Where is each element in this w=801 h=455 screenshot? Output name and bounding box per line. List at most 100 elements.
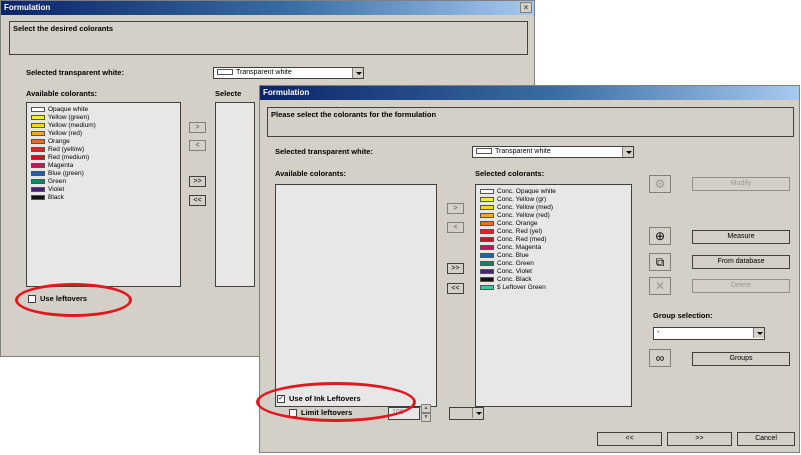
color-swatch bbox=[31, 178, 45, 184]
list-item[interactable]: Black bbox=[31, 194, 176, 202]
list-item[interactable]: Conc. Yellow (gr) bbox=[480, 196, 627, 204]
color-swatch bbox=[31, 122, 45, 128]
colorant-name: Conc. Orange bbox=[497, 220, 538, 227]
group-selection-value: - bbox=[657, 329, 660, 336]
list-item[interactable]: Yellow (medium) bbox=[31, 122, 176, 130]
colorant-name: Green bbox=[48, 178, 67, 185]
colorant-name: Conc. Yellow (gr) bbox=[497, 196, 547, 203]
x-icon[interactable]: ✕ bbox=[649, 277, 671, 295]
leftover-unit-select[interactable] bbox=[449, 407, 484, 420]
colorant-name: Conc. Violet bbox=[497, 268, 532, 275]
color-swatch bbox=[31, 186, 45, 192]
front-available-colorants-list[interactable] bbox=[275, 184, 437, 407]
color-swatch bbox=[480, 236, 494, 242]
chevron-down-icon[interactable] bbox=[753, 328, 764, 338]
color-swatch bbox=[480, 188, 494, 194]
color-swatch bbox=[480, 220, 494, 226]
color-swatch bbox=[480, 284, 494, 290]
back-available-label: Available colorants: bbox=[26, 89, 97, 98]
group-selection-select[interactable]: - bbox=[653, 327, 765, 340]
back-add-all-button[interactable]: >> bbox=[189, 176, 206, 187]
back-remove-all-button[interactable]: << bbox=[189, 195, 206, 206]
front-title-bar: Formulation bbox=[260, 86, 799, 100]
colorant-name: Red (medium) bbox=[48, 154, 90, 161]
list-item[interactable]: Red (yellow) bbox=[31, 146, 176, 154]
back-remove-button[interactable]: < bbox=[189, 140, 206, 151]
chevron-down-icon[interactable] bbox=[472, 408, 483, 418]
list-item[interactable]: Conc. Magenta bbox=[480, 244, 627, 252]
list-item[interactable]: Conc. Black bbox=[480, 276, 627, 284]
list-item[interactable]: Conc. Opaque white bbox=[480, 188, 627, 196]
modify-button[interactable]: Modify bbox=[692, 177, 790, 191]
list-item[interactable]: Conc. Blue bbox=[480, 252, 627, 260]
colorant-name: Conc. Opaque white bbox=[497, 188, 556, 195]
list-item[interactable]: Red (medium) bbox=[31, 154, 176, 162]
list-item[interactable]: Blue (green) bbox=[31, 170, 176, 178]
color-swatch bbox=[480, 212, 494, 218]
list-item[interactable]: Conc. Orange bbox=[480, 220, 627, 228]
chevron-down-icon[interactable] bbox=[352, 68, 363, 78]
color-swatch bbox=[480, 260, 494, 266]
front-selected-label: Selected colorants: bbox=[475, 169, 545, 178]
delete-button[interactable]: Delete bbox=[692, 279, 790, 293]
color-swatch bbox=[480, 276, 494, 282]
front-add-all-button[interactable]: >> bbox=[447, 263, 464, 274]
cancel-button[interactable]: Cancel bbox=[737, 432, 795, 446]
back-transparent-white-label: Selected transparent white: bbox=[26, 68, 124, 77]
list-item[interactable]: Yellow (red) bbox=[31, 130, 176, 138]
close-icon[interactable]: × bbox=[520, 2, 532, 13]
back-selected-label: Selecte bbox=[215, 89, 242, 98]
colorant-name: Magenta bbox=[48, 162, 74, 169]
front-remove-button[interactable]: < bbox=[447, 222, 464, 233]
list-item[interactable]: Green bbox=[31, 178, 176, 186]
back-available-colorants-list[interactable]: Opaque white Yellow (green) Yellow (medium… bbox=[26, 102, 181, 287]
colorant-name: Conc. Magenta bbox=[497, 244, 542, 251]
color-swatch bbox=[31, 146, 45, 152]
measure-button[interactable]: Measure bbox=[692, 230, 790, 244]
color-swatch bbox=[31, 154, 45, 160]
back-selected-colorants-list[interactable] bbox=[215, 102, 255, 287]
colorant-name: Conc. Red (yel) bbox=[497, 228, 543, 235]
list-item[interactable]: Conc. Yellow (red) bbox=[480, 212, 627, 220]
colorant-name: Conc. Yellow (med) bbox=[497, 204, 553, 211]
chevron-down-icon[interactable] bbox=[622, 147, 633, 157]
list-item[interactable]: Yellow (green) bbox=[31, 114, 176, 122]
list-item[interactable]: Conc. Red (yel) bbox=[480, 228, 627, 236]
front-add-button[interactable]: > bbox=[447, 203, 464, 214]
back-window-title: Formulation bbox=[4, 3, 51, 12]
back-button[interactable]: << bbox=[597, 432, 662, 446]
copy-icon[interactable]: ⧉ bbox=[649, 253, 671, 271]
from-database-button[interactable]: From database bbox=[692, 255, 790, 269]
spin-down-button[interactable]: ▼ bbox=[421, 413, 431, 422]
front-remove-all-button[interactable]: << bbox=[447, 283, 464, 294]
list-item[interactable]: Violet bbox=[31, 186, 176, 194]
colorant-name: $ Leftover Green bbox=[497, 284, 546, 291]
colorant-name: Black bbox=[48, 194, 64, 201]
color-swatch bbox=[480, 252, 494, 258]
back-add-button[interactable]: > bbox=[189, 122, 206, 133]
list-item[interactable]: Orange bbox=[31, 138, 176, 146]
next-button[interactable]: >> bbox=[667, 432, 732, 446]
front-window-title: Formulation bbox=[263, 88, 310, 97]
list-item[interactable]: Magenta bbox=[31, 162, 176, 170]
colorant-name: Conc. Black bbox=[497, 276, 532, 283]
colorant-name: Opaque white bbox=[48, 106, 89, 113]
groups-button[interactable]: Groups bbox=[692, 352, 790, 366]
color-swatch bbox=[31, 138, 45, 144]
front-transparent-white-select[interactable]: Transparent white bbox=[472, 146, 634, 158]
back-transparent-white-select[interactable]: Transparent white bbox=[213, 67, 364, 79]
groups-icon[interactable]: ∞ bbox=[649, 349, 671, 367]
list-item[interactable]: Conc. Yellow (med) bbox=[480, 204, 627, 212]
color-swatch bbox=[31, 170, 45, 176]
list-item[interactable]: Conc. Violet bbox=[480, 268, 627, 276]
white-swatch bbox=[217, 69, 233, 76]
list-item[interactable]: $ Leftover Green bbox=[480, 284, 627, 292]
gear-icon[interactable]: ⚙ bbox=[649, 175, 671, 193]
list-item[interactable]: Conc. Green bbox=[480, 260, 627, 268]
colorant-name: Blue (green) bbox=[48, 170, 84, 177]
crosshair-icon[interactable]: ⊕ bbox=[649, 227, 671, 245]
spin-up-button[interactable]: ▲ bbox=[421, 404, 431, 413]
list-item[interactable]: Conc. Red (med) bbox=[480, 236, 627, 244]
front-selected-colorants-list[interactable]: Conc. Opaque white Conc. Yellow (gr) Conc.… bbox=[475, 184, 632, 407]
list-item[interactable]: Opaque white bbox=[31, 106, 176, 114]
